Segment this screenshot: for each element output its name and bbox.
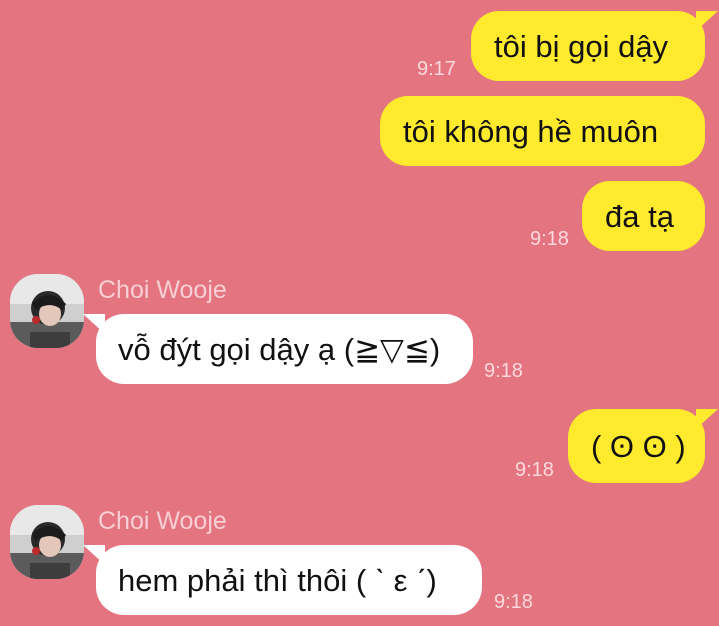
- outgoing-message[interactable]: tôi bị gọi dậy: [471, 11, 718, 81]
- message-text: tôi bị gọi dậy: [494, 28, 669, 64]
- message-timestamp: 9:18: [494, 591, 533, 613]
- message-timestamp: 9:18: [515, 459, 554, 481]
- incoming-message[interactable]: vỗ đýt gọi dậy ạ (≧▽≦): [83, 314, 473, 384]
- message-timestamp: 9:17: [417, 58, 456, 80]
- message-text: đa tạ: [605, 198, 674, 234]
- bubble-tail: [83, 545, 105, 565]
- bubble-tail: [83, 314, 105, 334]
- contact-avatar[interactable]: [10, 505, 84, 579]
- outgoing-message[interactable]: ( ʘ ʘ ): [568, 409, 718, 483]
- message-text: hem phải thì thôi ( ˋ ε ˊ): [118, 562, 437, 598]
- outgoing-message[interactable]: tôi không hề muôn: [380, 96, 705, 166]
- bubble-tail: [696, 11, 718, 31]
- message-timestamp: 9:18: [530, 228, 569, 250]
- outgoing-message[interactable]: đa tạ: [582, 181, 705, 251]
- message-text: vỗ đýt gọi dậy ạ (≧▽≦): [118, 331, 441, 367]
- message-text: ( ʘ ʘ ): [591, 428, 686, 464]
- message-text: tôi không hề muôn: [403, 113, 659, 149]
- sender-name: Choi Wooje: [98, 507, 227, 535]
- sender-name: Choi Wooje: [98, 276, 227, 304]
- avatar-photo-icon: [10, 274, 84, 348]
- contact-avatar[interactable]: [10, 274, 84, 348]
- avatar-photo-icon: [10, 505, 84, 579]
- incoming-message[interactable]: hem phải thì thôi ( ˋ ε ˊ): [83, 545, 482, 615]
- chat-conversation: 9:17 tôi bị gọi dậy tôi không hề muôn 9:…: [0, 0, 719, 626]
- message-timestamp: 9:18: [484, 360, 523, 382]
- bubble-tail: [696, 409, 718, 429]
